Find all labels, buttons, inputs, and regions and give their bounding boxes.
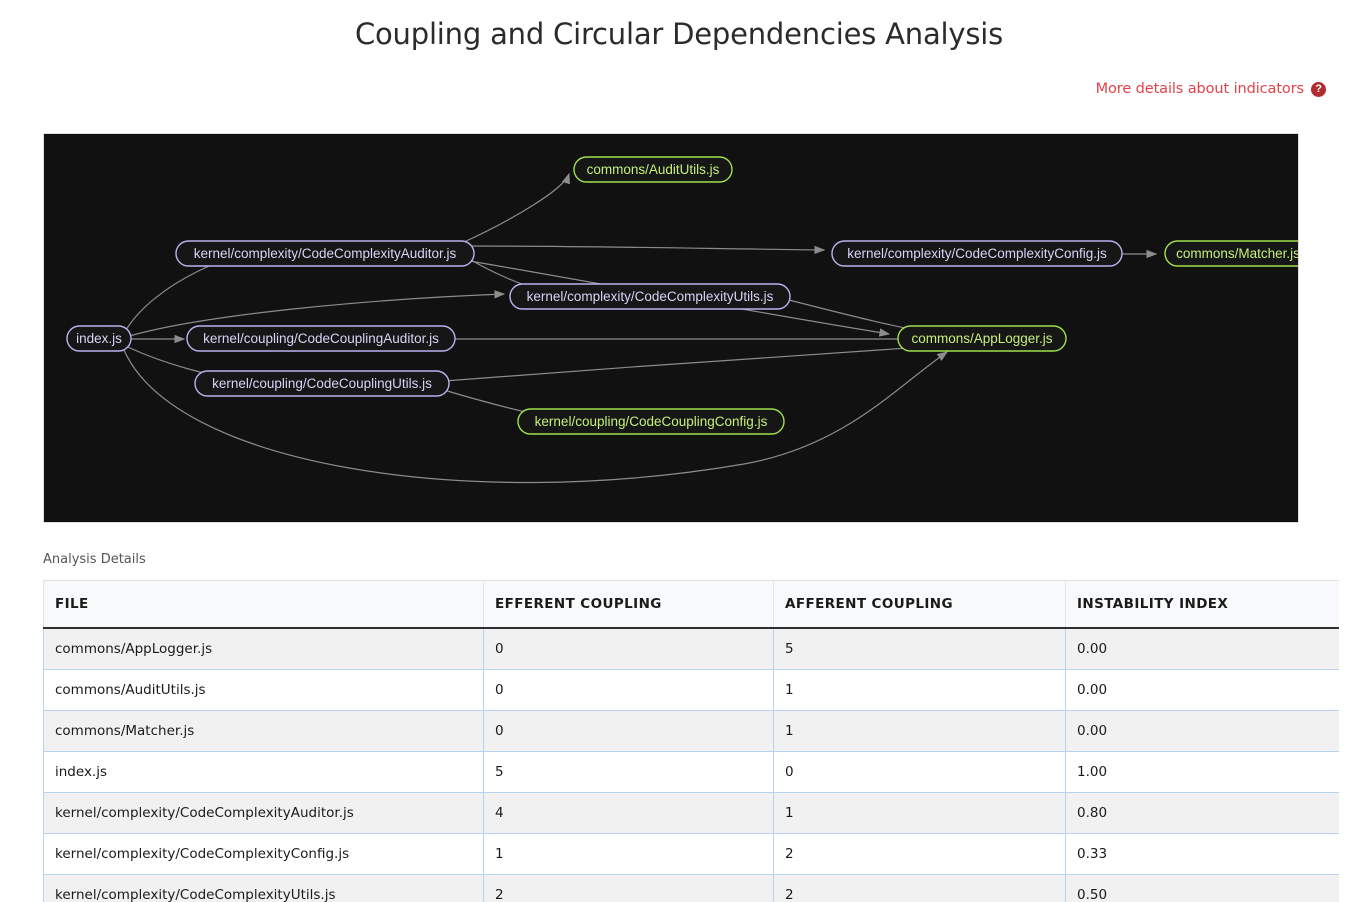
analysis-details-table-wrap[interactable]: FILE EFFERENT COUPLING AFFERENT COUPLING…: [43, 580, 1339, 902]
analysis-details-label: Analysis Details: [43, 552, 146, 567]
graph-node-kernel-coupling-codecouplingutils[interactable]: kernel/coupling/CodeCouplingUtils.js: [194, 370, 450, 397]
cell-instability: 0.00: [1065, 710, 1339, 752]
column-header-afferent[interactable]: AFFERENT COUPLING: [773, 580, 1066, 629]
svg-text:kernel/coupling/CodeCouplingAu: kernel/coupling/CodeCouplingAuditor.js: [203, 331, 439, 346]
cell-efferent: 1: [483, 833, 774, 875]
svg-text:kernel/coupling/CodeCouplingUt: kernel/coupling/CodeCouplingUtils.js: [212, 376, 432, 391]
svg-text:kernel/coupling/CodeCouplingCo: kernel/coupling/CodeCouplingConfig.js: [535, 414, 768, 429]
cell-afferent: 2: [773, 874, 1066, 902]
cell-file: kernel/complexity/CodeComplexityUtils.js: [43, 874, 484, 902]
svg-text:kernel/complexity/CodeComplexi: kernel/complexity/CodeComplexityConfig.j…: [847, 246, 1107, 261]
cell-file: kernel/complexity/CodeComplexityConfig.j…: [43, 833, 484, 875]
analysis-details-table-body: commons/AppLogger.js 0 5 0.00 commons/Au…: [43, 628, 1339, 902]
table-header-row: FILE EFFERENT COUPLING AFFERENT COUPLING…: [43, 580, 1339, 629]
column-header-efferent[interactable]: EFFERENT COUPLING: [483, 580, 774, 629]
cell-efferent: 4: [483, 792, 774, 834]
table-row[interactable]: kernel/complexity/CodeComplexityAuditor.…: [43, 792, 1339, 834]
cell-afferent: 1: [773, 710, 1066, 752]
cell-efferent: 0: [483, 669, 774, 711]
svg-text:commons/AppLogger.js: commons/AppLogger.js: [911, 331, 1052, 346]
cell-file: kernel/complexity/CodeComplexityAuditor.…: [43, 792, 484, 834]
cell-instability: 0.80: [1065, 792, 1339, 834]
question-mark-icon[interactable]: ?: [1311, 81, 1326, 97]
graph-node-kernel-complexity-codecomplexityconfig[interactable]: kernel/complexity/CodeComplexityConfig.j…: [831, 240, 1123, 267]
cell-efferent: 2: [483, 874, 774, 902]
graph-node-commons-auditutils[interactable]: commons/AuditUtils.js: [573, 156, 733, 183]
page-title: Coupling and Circular Dependencies Analy…: [354, 17, 1004, 51]
dependency-graph-svg[interactable]: commons/AuditUtils.js kernel/complexity/…: [44, 134, 1298, 522]
table-row[interactable]: kernel/complexity/CodeComplexityConfig.j…: [43, 833, 1339, 875]
cell-afferent: 1: [773, 669, 1066, 711]
cell-file: commons/Matcher.js: [43, 710, 484, 752]
table-row[interactable]: commons/Matcher.js 0 1 0.00: [43, 710, 1339, 752]
cell-instability: 0.50: [1065, 874, 1339, 902]
graph-node-commons-applogger[interactable]: commons/AppLogger.js: [897, 325, 1067, 352]
more-details-about-indicators-link[interactable]: More details about indicators ?: [1096, 81, 1326, 97]
svg-text:kernel/complexity/CodeComplexi: kernel/complexity/CodeComplexityUtils.js: [527, 289, 774, 304]
graph-node-kernel-complexity-codecomplexityauditor[interactable]: kernel/complexity/CodeComplexityAuditor.…: [175, 240, 475, 267]
cell-afferent: 5: [773, 628, 1066, 670]
cell-instability: 0.00: [1065, 628, 1339, 670]
cell-afferent: 1: [773, 792, 1066, 834]
cell-afferent: 2: [773, 833, 1066, 875]
svg-text:commons/AuditUtils.js: commons/AuditUtils.js: [587, 162, 720, 177]
table-row[interactable]: index.js 5 0 1.00: [43, 751, 1339, 793]
svg-text:index.js: index.js: [76, 331, 122, 346]
details-link-label: More details about indicators: [1095, 81, 1305, 97]
cell-instability: 0.33: [1065, 833, 1339, 875]
graph-node-kernel-coupling-codecouplingauditor[interactable]: kernel/coupling/CodeCouplingAuditor.js: [186, 325, 456, 352]
table-row[interactable]: commons/AppLogger.js 0 5 0.00: [43, 628, 1339, 670]
graph-nodes[interactable]: commons/AuditUtils.js kernel/complexity/…: [66, 156, 1298, 435]
details-link-row: More details about indicators ?: [0, 80, 1358, 102]
cell-file: commons/AppLogger.js: [43, 628, 484, 670]
cell-file: index.js: [43, 751, 484, 793]
cell-efferent: 0: [483, 628, 774, 670]
cell-instability: 0.00: [1065, 669, 1339, 711]
cell-efferent: 5: [483, 751, 774, 793]
column-header-instability[interactable]: INSTABILITY INDEX: [1065, 580, 1339, 629]
svg-text:kernel/complexity/CodeComplexi: kernel/complexity/CodeComplexityAuditor.…: [194, 246, 457, 261]
page-root: Coupling and Circular Dependencies Analy…: [0, 0, 1358, 902]
table-row[interactable]: commons/AuditUtils.js 0 1 0.00: [43, 669, 1339, 711]
graph-node-kernel-complexity-codecomplexityutils[interactable]: kernel/complexity/CodeComplexityUtils.js: [509, 283, 791, 310]
table-row[interactable]: kernel/complexity/CodeComplexityUtils.js…: [43, 874, 1339, 902]
cell-instability: 1.00: [1065, 751, 1339, 793]
graph-node-index[interactable]: index.js: [66, 325, 132, 352]
cell-efferent: 0: [483, 710, 774, 752]
graph-node-kernel-coupling-codecouplingconfig[interactable]: kernel/coupling/CodeCouplingConfig.js: [517, 408, 785, 435]
column-header-file[interactable]: FILE: [43, 580, 484, 629]
cell-afferent: 0: [773, 751, 1066, 793]
svg-text:commons/Matcher.js: commons/Matcher.js: [1176, 246, 1298, 261]
analysis-details-table: FILE EFFERENT COUPLING AFFERENT COUPLING…: [43, 580, 1339, 902]
dependency-graph-panel[interactable]: commons/AuditUtils.js kernel/complexity/…: [43, 133, 1299, 523]
cell-file: commons/AuditUtils.js: [43, 669, 484, 711]
graph-node-commons-matcher[interactable]: commons/Matcher.js: [1164, 240, 1298, 267]
